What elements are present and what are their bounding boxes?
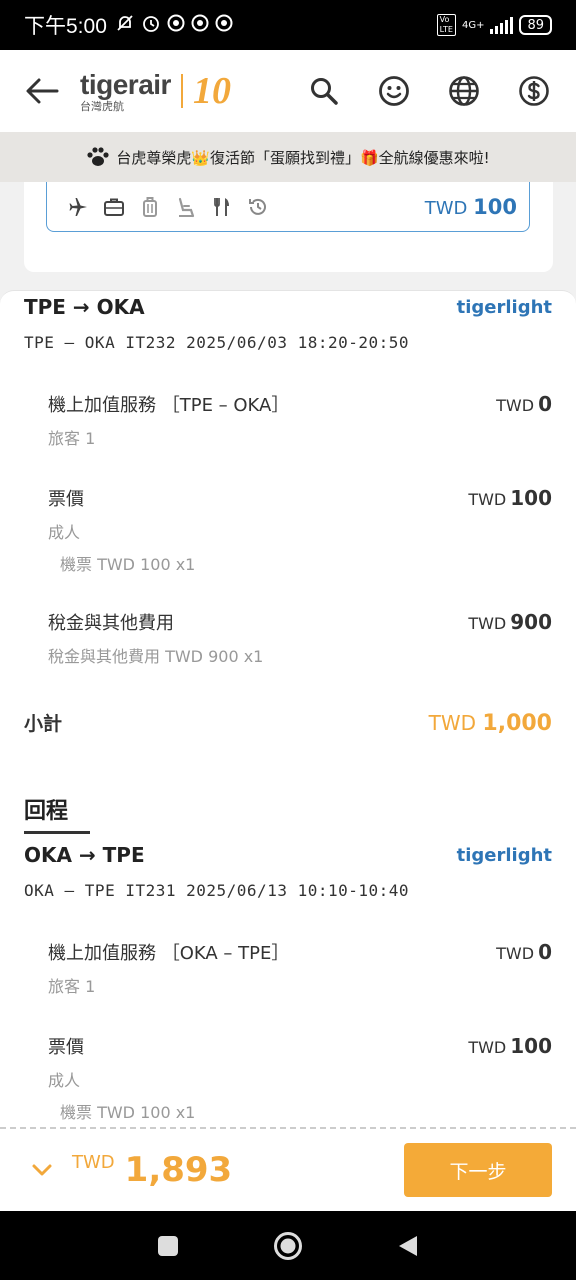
booking-summary-scroll[interactable]: TWD 100 TPE → OKA tigerlight TPE – OKA I…: [0, 182, 576, 1127]
language-button[interactable]: [444, 71, 484, 111]
paw-icon: [87, 147, 109, 166]
item-detail: 機票 TWD 100 x1: [60, 555, 196, 574]
item-sub: 旅客 1: [48, 977, 96, 996]
outbound-flight-info: TPE – OKA IT232 2025/06/03 18:20-20:50: [24, 333, 410, 352]
total-currency: TWD: [72, 1152, 115, 1173]
signal-icon: [490, 16, 514, 34]
item-title: 機上加值服務 ［TPE – OKA］: [48, 395, 290, 416]
item-sub: 成人: [48, 523, 81, 542]
next-step-button[interactable]: 下一步: [404, 1143, 552, 1197]
search-icon: [311, 78, 338, 105]
recents-button[interactable]: [153, 1231, 183, 1261]
outbound-fare-type[interactable]: tigerlight: [457, 297, 552, 318]
status-right: Vo LTE 4G+ 89: [436, 14, 552, 36]
expand-total-button[interactable]: [30, 1158, 54, 1182]
return-flight-info: OKA – TPE IT231 2025/06/13 10:10-10:40: [24, 881, 410, 900]
return-route-row: OKA → TPE tigerlight: [24, 843, 552, 867]
item-sub: 旅客 1: [48, 429, 96, 448]
battery-icon: 89: [519, 15, 552, 35]
network-type: 4G+: [461, 19, 485, 31]
checkout-bar: TWD 1,893 下一步: [0, 1127, 576, 1211]
luggage-icon: [139, 196, 161, 218]
service-summary-price: TWD 100: [425, 195, 517, 219]
app-header: tigerair 台灣虎航 10: [0, 50, 576, 132]
back-nav-button[interactable]: [393, 1231, 423, 1261]
triangle-back-icon: [399, 1235, 417, 1256]
arrow-left-icon: [26, 78, 59, 104]
return-item-addons: 機上加值服務 ［OKA – TPE］ TWD 0 旅客 1: [48, 939, 552, 997]
service-amount: 100: [473, 194, 517, 219]
item-title: 票價: [48, 489, 84, 510]
chrome-icon: [167, 14, 185, 37]
history-icon: [247, 196, 269, 218]
promo-banner-text: 台虎尊榮虎👑復活節「蛋願找到禮」🎁全航線優惠來啦!: [116, 148, 490, 167]
dollar-circle-icon: [519, 76, 549, 106]
logo-text-air: air: [138, 68, 171, 100]
item-price: TWD 900: [468, 610, 552, 634]
outbound-route: TPE → OKA: [24, 295, 145, 319]
service-currency: TWD: [424, 197, 468, 219]
search-button[interactable]: [304, 71, 344, 111]
chrome-icon: [215, 14, 233, 37]
logo-subtitle: 台灣虎航: [80, 99, 124, 113]
status-time: 下午5:00: [24, 15, 107, 38]
smiley-icon: [379, 76, 409, 106]
item-title: 票價: [48, 1037, 84, 1058]
back-button[interactable]: [22, 71, 62, 111]
outbound-item-taxes: 稅金與其他費用 TWD 900 稅金與其他費用 TWD 900 x1: [48, 609, 552, 667]
logo-text-tiger: tiger: [80, 68, 139, 100]
return-fare-type[interactable]: tigerlight: [457, 845, 552, 866]
service-card: TWD 100: [24, 182, 553, 272]
total-price: TWD 1,893: [72, 1150, 232, 1190]
price-breakdown-card: TPE → OKA tigerlight TPE – OKA IT232 202…: [0, 290, 576, 1127]
seat-icon: [175, 196, 197, 218]
outbound-subtotal: 小計 TWD 1,000: [24, 709, 552, 736]
item-sub: 成人: [48, 1071, 81, 1090]
volte-icon: Vo LTE: [436, 14, 456, 36]
logo-divider: [180, 74, 183, 108]
system-nav-bar: [0, 1211, 576, 1280]
item-detail: 機票 TWD 100 x1: [60, 1103, 196, 1122]
mute-bell-icon: [115, 13, 135, 38]
subtotal-label: 小計: [24, 713, 63, 735]
meal-icon: [211, 196, 233, 218]
promo-banner[interactable]: 台虎尊榮虎👑復活節「蛋願找到禮」🎁全航線優惠來啦!: [0, 132, 576, 182]
return-section-title: 回程: [24, 799, 69, 824]
service-icon-list: [67, 196, 269, 218]
item-price: TWD 100: [468, 486, 552, 510]
header-actions: [304, 71, 554, 111]
item-title: 機上加值服務 ［OKA – TPE］: [48, 943, 290, 964]
service-summary-box[interactable]: TWD 100: [46, 182, 530, 232]
home-button[interactable]: [273, 1231, 303, 1261]
briefcase-icon: [103, 196, 125, 218]
item-price: TWD 100: [468, 1034, 552, 1058]
chrome-icon: [191, 14, 209, 37]
outbound-route-row: TPE → OKA tigerlight: [24, 295, 552, 319]
airplane-icon: [67, 196, 89, 218]
square-icon: [158, 1235, 178, 1256]
account-button[interactable]: [374, 71, 414, 111]
outbound-item-fare: 票價 TWD 100 成人 機票 TWD 100 x1: [48, 485, 552, 575]
currency-button[interactable]: [514, 71, 554, 111]
status-bar: 下午5:00 Vo LTE 4G+ 89: [0, 0, 576, 50]
anniversary-mark: 10: [192, 70, 231, 112]
alarm-icon: [141, 13, 161, 38]
return-section-underline: [24, 831, 90, 834]
outbound-item-addons: 機上加值服務 ［TPE – OKA］ TWD 0 旅客 1: [48, 391, 552, 449]
battery-level: 89: [527, 17, 544, 33]
circle-icon: [274, 1231, 302, 1260]
item-sub: 稅金與其他費用 TWD 900 x1: [48, 647, 264, 666]
subtotal-value: TWD 1,000: [428, 711, 552, 736]
return-item-fare: 票價 TWD 100 成人 機票 TWD 100 x1: [48, 1033, 552, 1123]
item-price: TWD 0: [496, 392, 552, 416]
globe-icon: [449, 76, 479, 106]
tigerair-logo[interactable]: tigerair 台灣虎航 10: [80, 69, 231, 113]
item-price: TWD 0: [496, 940, 552, 964]
return-route: OKA → TPE: [24, 843, 145, 867]
item-title: 稅金與其他費用: [48, 613, 174, 634]
total-amount: 1,893: [124, 1150, 233, 1190]
status-notification-icons: [115, 13, 233, 38]
chevron-down-icon: [32, 1164, 52, 1176]
